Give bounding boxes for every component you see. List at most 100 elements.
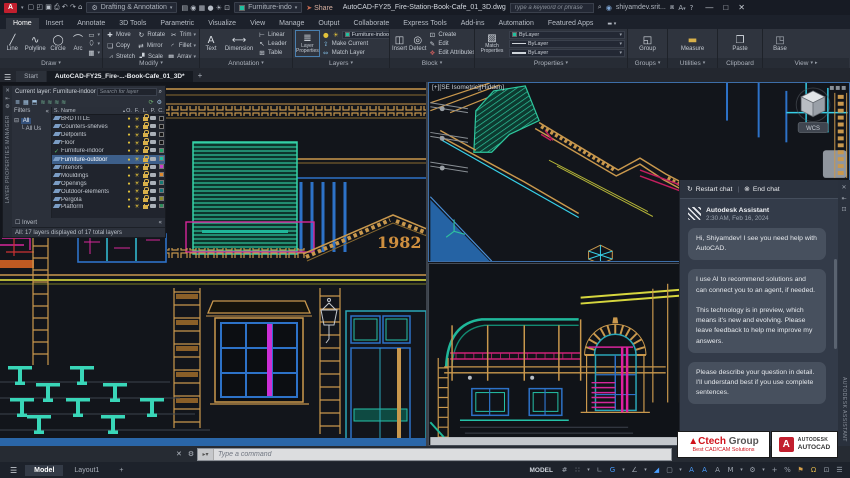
group-tool[interactable]: ◱Group xyxy=(637,30,659,57)
scale-dropdown[interactable]: ▾ xyxy=(739,467,744,473)
tab-automation[interactable]: Automation xyxy=(491,18,540,29)
scale-value[interactable]: M xyxy=(726,466,735,474)
arc-tool[interactable]: ⌒Arc xyxy=(70,30,85,57)
layer-row-current[interactable]: ✓Furniture-indoor xyxy=(52,147,165,155)
polar-dropdown[interactable]: ▾ xyxy=(621,467,626,473)
refresh-icon[interactable]: ⟳ xyxy=(149,99,154,106)
palette-close-icon[interactable]: ✕ xyxy=(5,88,10,94)
fillet-tool[interactable]: ◜Fillet▾ xyxy=(169,41,196,50)
close-command-icon[interactable]: ✕ xyxy=(176,450,182,458)
tab-3d-tools[interactable]: 3D Tools xyxy=(112,18,153,29)
search-icon[interactable]: ⌕ xyxy=(598,3,602,12)
tab-collaborate[interactable]: Collaborate xyxy=(346,18,396,29)
panel-label-clipboard[interactable]: Clipboard xyxy=(718,58,762,68)
match-layer-button[interactable]: ⇔Match Layer xyxy=(322,48,389,57)
panel-label-block[interactable]: Block▾ xyxy=(390,58,474,68)
layer-dropdown[interactable]: Furniture-indoor▾ xyxy=(342,31,389,39)
customization-menu-icon[interactable]: ☰ xyxy=(835,466,844,474)
share-button[interactable]: ➤ Share xyxy=(306,4,333,12)
tab-featured-apps[interactable]: Featured Apps xyxy=(541,18,601,29)
chat-pin-icon[interactable]: ⇤ xyxy=(841,195,846,202)
move-tool[interactable]: ✚Move xyxy=(106,30,134,39)
panel-label-view[interactable]: View▾▸ xyxy=(763,58,849,68)
panel-label-properties[interactable]: Properties▾ xyxy=(475,58,627,68)
tab-add-ins[interactable]: Add-ins xyxy=(454,18,492,29)
make-current-button[interactable]: ⇪Make Current xyxy=(322,39,389,48)
window-minimize-button[interactable]: — xyxy=(705,3,713,12)
new-layer-icon[interactable]: ≣ xyxy=(15,99,20,106)
viewport-corner-icons[interactable] xyxy=(830,86,846,90)
trim-tool[interactable]: ✂Trim▾ xyxy=(170,30,196,39)
panel-label-layers[interactable]: Layers▾ xyxy=(293,58,389,68)
autoscale-toggle[interactable]: A xyxy=(700,466,709,474)
layer-search-input[interactable] xyxy=(97,88,157,96)
isodraft-dropdown[interactable]: ▾ xyxy=(643,467,648,473)
help-search-input[interactable] xyxy=(510,3,594,13)
workspace-switcher[interactable]: ⚙ Drafting & Annotation ▾ xyxy=(86,2,177,13)
titlebar-layer-combo[interactable]: Furniture-indo ▾ xyxy=(234,2,302,13)
user-avatar[interactable]: ◉ xyxy=(606,4,612,12)
osnap-toggle[interactable]: ◢ xyxy=(652,466,661,474)
layer-properties-button[interactable]: ≣ Layer Properties xyxy=(295,30,320,57)
new-layer-frozen-icon[interactable]: ▦ xyxy=(23,99,29,106)
filter-all-used[interactable]: └ All Us xyxy=(14,126,49,132)
viewport-border-bottom[interactable] xyxy=(0,438,427,446)
filter-all[interactable]: ⊟ All xyxy=(14,117,49,124)
end-chat-button[interactable]: ⊗ End chat xyxy=(744,185,780,193)
palette-pin-icon[interactable]: ⇤ xyxy=(5,96,10,102)
chat-dock-icon[interactable]: ⊡ xyxy=(841,206,846,213)
polar-tracking-toggle[interactable]: G xyxy=(608,466,617,474)
panel-label-modify[interactable]: Modify▾ xyxy=(103,58,199,68)
layer-state-icons-and-combo[interactable]: ● ☀ Furniture-indoor▾ xyxy=(322,30,389,39)
restart-chat-button[interactable]: ↻ Restart chat xyxy=(687,185,732,193)
object-color-dropdown[interactable]: ByLayer▾ xyxy=(509,31,625,39)
mirror-tool[interactable]: ⇄Mirror xyxy=(137,41,166,50)
tab-annotate[interactable]: Annotate xyxy=(70,18,112,29)
window-maximize-button[interactable]: □ xyxy=(723,3,728,12)
delete-layer-icon[interactable]: ⬒ xyxy=(32,99,38,106)
snap-dropdown[interactable]: ▾ xyxy=(586,467,591,473)
linetype-dropdown[interactable]: ByLayer▾ xyxy=(509,40,625,48)
annotation-scale-icon[interactable]: A xyxy=(713,466,722,474)
layout1-tab[interactable]: Layout1 xyxy=(65,465,108,476)
help-icon[interactable]: ? xyxy=(690,4,694,12)
window-close-button[interactable]: ✕ xyxy=(738,3,745,12)
lineweight-dropdown[interactable]: ByLayer▾ xyxy=(509,49,625,57)
match-properties-button[interactable]: ▨ Match Properties xyxy=(477,30,507,57)
block-mini-tools[interactable]: ⊡Create ✎Edit ❖Edit Attributes▾ xyxy=(428,30,474,57)
tab-visualize[interactable]: Visualize xyxy=(201,18,243,29)
measure-tool[interactable]: ▬Measure xyxy=(678,30,708,57)
line-tool[interactable]: ╱Line xyxy=(2,30,23,57)
palette-props-icon[interactable]: ⚙ xyxy=(5,104,10,110)
polyline-tool[interactable]: ∿Polyline xyxy=(25,30,46,57)
copy-tool[interactable]: ❏Copy xyxy=(106,41,134,50)
tab-insert[interactable]: Insert xyxy=(39,18,71,29)
quick-access-toolbar[interactable]: ▢ ◰ ▣ ⎙ ↶ ↷ ⌂ xyxy=(28,3,83,12)
insert-block-tool[interactable]: ◫Insert xyxy=(392,30,407,57)
cart-icon[interactable]: ⧈ xyxy=(670,3,674,12)
rotate-tool[interactable]: ↻Rotate xyxy=(137,30,166,39)
new-layout-button[interactable]: + xyxy=(110,465,132,476)
draw-mini-tools[interactable]: ▭▾ ⬯▾ ▦▾ xyxy=(87,30,100,57)
new-drawing-tab-button[interactable]: + xyxy=(194,69,207,82)
clean-screen-icon[interactable]: ⊡ xyxy=(822,466,831,474)
lock-ui-icon[interactable]: Ω xyxy=(809,466,818,474)
tab-view[interactable]: View xyxy=(243,18,272,29)
wcs-label[interactable]: WCS xyxy=(806,126,820,132)
layer-states-icons[interactable]: ≋ ≋ ≋ ≋ xyxy=(40,99,66,106)
panel-label-annotation[interactable]: Annotation▾ xyxy=(200,58,292,68)
file-tab-menu-icon[interactable]: ☰ xyxy=(4,73,11,82)
panel-label-groups[interactable]: Groups▾ xyxy=(628,58,667,68)
layer-row[interactable]: Pergola xyxy=(52,196,165,204)
tab-home[interactable]: Home xyxy=(6,18,39,29)
text-tool[interactable]: AText xyxy=(202,30,220,57)
tab-parametric[interactable]: Parametric xyxy=(153,18,201,29)
palette-toolbar[interactable]: ≣ ▦ ⬒ ≋ ≋ ≋ ≋ ⟳ ⚙ xyxy=(12,97,165,107)
annotation-monitor-toggle[interactable]: + xyxy=(770,466,779,474)
invert-filter-checkbox[interactable]: ☐ Invert xyxy=(15,219,37,226)
app-menu-caret[interactable]: ▾ xyxy=(21,5,24,11)
layer-row[interactable]: Platform xyxy=(52,204,165,209)
search-icon[interactable]: ⌕ xyxy=(159,88,162,96)
chat-scrollbar[interactable] xyxy=(834,259,837,349)
ortho-toggle[interactable]: ∟ xyxy=(595,466,604,474)
